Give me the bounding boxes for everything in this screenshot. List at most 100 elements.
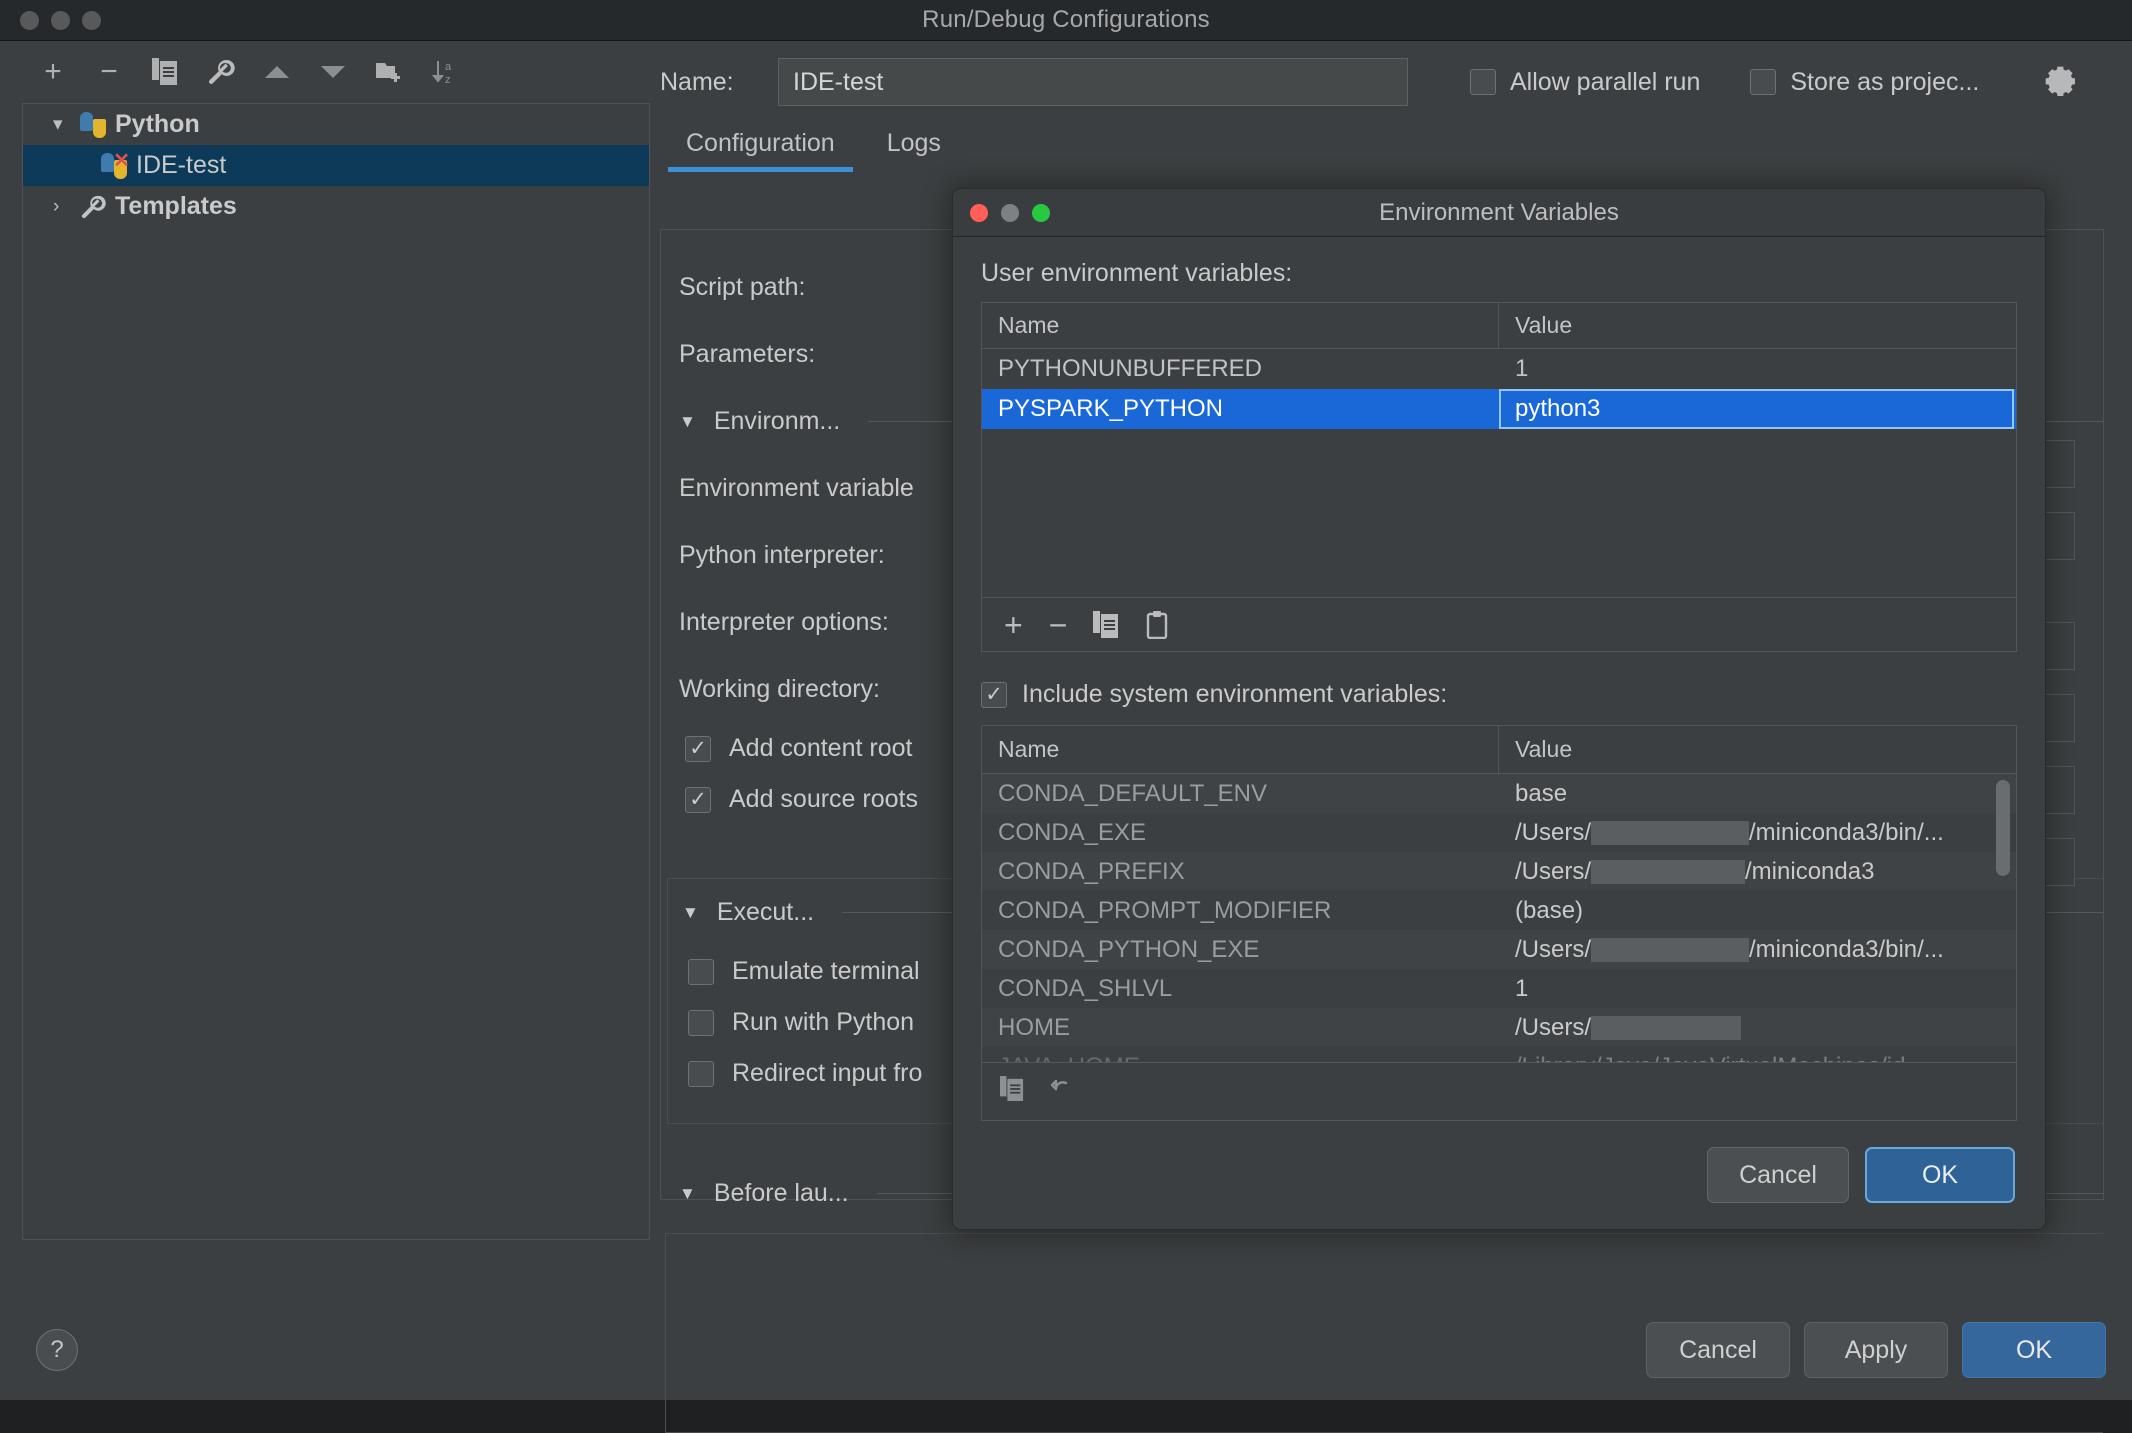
variable-value: /Users/ /miniconda3 [1499, 858, 2016, 886]
variable-name: CONDA_DEFAULT_ENV [982, 780, 1499, 808]
run-debug-configurations-window: Run/Debug Configurations + − [0, 0, 2132, 1400]
configurations-tree-panel: + − az [0, 41, 650, 1300]
paste-variable-icon[interactable] [1145, 611, 1169, 639]
copy-icon[interactable] [1000, 1076, 1024, 1107]
dialog-titlebar: Environment Variables [953, 189, 2045, 237]
checkbox-box[interactable] [688, 959, 714, 985]
system-env-scrollbar[interactable] [1996, 780, 2010, 876]
tree-node-python[interactable]: ▾ Python [23, 104, 649, 145]
allow-parallel-run-checkbox[interactable]: Allow parallel run [1470, 68, 1700, 97]
tree-node-templates[interactable]: › Templates [23, 186, 649, 227]
user-env-section-label: User environment variables: [981, 259, 2017, 288]
footer-button-group: Cancel Apply OK [1646, 1322, 2106, 1378]
dialog-cancel-button[interactable]: Cancel [1707, 1147, 1849, 1203]
environment-variables-dialog: Environment Variables User environment v… [952, 188, 2046, 1230]
table-row[interactable]: HOME /Users/ [982, 1008, 2016, 1047]
checkbox-box[interactable]: ✓ [685, 787, 711, 813]
variable-name: PYTHONUNBUFFERED [982, 355, 1499, 383]
help-button[interactable]: ? [36, 1329, 78, 1371]
remove-icon[interactable]: − [94, 57, 124, 87]
value-suffix: /miniconda3/bin/... [1749, 819, 1944, 847]
dialog-ok-button[interactable]: OK [1865, 1147, 2015, 1203]
run-with-python-label: Run with Python [732, 1008, 914, 1037]
zoom-button[interactable] [82, 11, 101, 30]
value-prefix: /Users/ [1515, 936, 1591, 964]
window-traffic-lights [0, 11, 101, 30]
new-folder-icon[interactable] [374, 57, 404, 87]
value-prefix: base [1515, 780, 1567, 808]
ok-button[interactable]: OK [1962, 1322, 2106, 1378]
value-suffix: /miniconda3/bin/... [1749, 936, 1944, 964]
edit-templates-wrench-icon[interactable] [206, 57, 236, 87]
table-row[interactable]: CONDA_PREFIX /Users/ /miniconda3 [982, 852, 2016, 891]
add-variable-icon[interactable]: + [1004, 609, 1023, 641]
value-prefix: /Library/Java/JavaVirtualMachines/jd [1515, 1053, 1905, 1063]
chevron-right-icon[interactable]: › [53, 196, 71, 218]
variable-value-cell[interactable]: python3 [1499, 389, 2016, 429]
value-prefix: 1 [1515, 975, 1528, 1003]
user-env-table[interactable]: Name Value PYTHONUNBUFFERED 1 PYSPARK_PY… [981, 302, 2017, 598]
user-env-table-body: PYTHONUNBUFFERED 1 PYSPARK_PYTHON python… [982, 349, 2016, 597]
move-down-icon[interactable] [318, 57, 348, 87]
table-row[interactable]: PYTHONUNBUFFERED 1 [982, 349, 2016, 389]
cancel-button[interactable]: Cancel [1646, 1322, 1790, 1378]
gear-icon[interactable] [2043, 64, 2075, 101]
checkbox-box[interactable]: ✓ [981, 682, 1007, 708]
chevron-down-icon[interactable]: ▼ [682, 903, 699, 923]
tree-node-label: IDE-test [136, 151, 226, 180]
checkbox-box[interactable] [688, 1061, 714, 1087]
environment-section-title: Environm... [714, 407, 840, 436]
system-env-table[interactable]: Name Value CONDA_DEFAULT_ENV base CONDA_… [981, 725, 2017, 1121]
wrench-icon [80, 194, 106, 220]
checkbox-box[interactable] [1750, 69, 1776, 95]
close-button[interactable] [20, 11, 39, 30]
table-row[interactable]: CONDA_PYTHON_EXE /Users/ /miniconda3/bin… [982, 930, 2016, 969]
variable-value-editor[interactable]: python3 [1499, 389, 2014, 429]
variable-name: CONDA_PREFIX [982, 858, 1499, 886]
chevron-down-icon[interactable]: ▼ [679, 1184, 696, 1204]
minimize-button[interactable] [51, 11, 70, 30]
store-as-project-file-label: Store as projec... [1790, 68, 1979, 97]
revert-icon[interactable] [1050, 1076, 1076, 1107]
copy-icon[interactable] [150, 57, 180, 87]
include-system-env-checkbox[interactable]: ✓ Include system environment variables: [981, 680, 2017, 709]
column-header-value[interactable]: Value [1499, 726, 2016, 773]
variable-name: CONDA_EXE [982, 819, 1499, 847]
top-checkbox-group: Allow parallel run Store as projec... [1470, 64, 2075, 101]
tab-logs[interactable]: Logs [861, 119, 967, 172]
column-header-value[interactable]: Value [1499, 303, 2016, 348]
add-icon[interactable]: + [38, 57, 68, 87]
move-up-icon[interactable] [262, 57, 292, 87]
remove-variable-icon[interactable]: − [1049, 609, 1068, 641]
checkbox-box[interactable] [688, 1010, 714, 1036]
value-prefix: /Users/ [1515, 1014, 1591, 1042]
copy-variable-icon[interactable] [1093, 611, 1119, 639]
script-path-label: Script path: [679, 273, 805, 302]
name-input[interactable] [778, 58, 1408, 106]
dialog-body: User environment variables: Name Value P… [953, 237, 2045, 1121]
tree-node-ide-test[interactable]: ✕ IDE-test [23, 145, 649, 186]
redacted-username [1591, 1016, 1741, 1040]
chevron-down-icon[interactable]: ▼ [679, 412, 696, 432]
table-row[interactable]: JAVA_HOME /Library/Java/JavaVirtualMachi… [982, 1047, 2016, 1062]
configurations-tree[interactable]: ▾ Python ✕ IDE-test › Templates [22, 103, 650, 1240]
table-row[interactable]: CONDA_SHLVL 1 [982, 969, 2016, 1008]
system-env-table-body: CONDA_DEFAULT_ENV base CONDA_EXE /Users/… [982, 774, 2016, 1062]
user-env-table-header: Name Value [982, 303, 2016, 349]
column-header-name[interactable]: Name [982, 726, 1499, 773]
apply-button[interactable]: Apply [1804, 1322, 1948, 1378]
name-row: Name: Allow parallel run Store as projec… [650, 51, 2104, 113]
dialog-title: Environment Variables [953, 199, 2045, 227]
chevron-down-icon[interactable]: ▾ [53, 113, 71, 136]
checkbox-box[interactable]: ✓ [685, 736, 711, 762]
table-row[interactable]: CONDA_PROMPT_MODIFIER (base) [982, 891, 2016, 930]
variable-value: (base) [1499, 897, 2016, 925]
sort-alphabetically-icon[interactable]: az [430, 57, 460, 87]
tab-configuration[interactable]: Configuration [660, 119, 861, 172]
checkbox-box[interactable] [1470, 69, 1496, 95]
table-row[interactable]: PYSPARK_PYTHON python3 [982, 389, 2016, 429]
column-header-name[interactable]: Name [982, 303, 1499, 348]
store-as-project-file-checkbox[interactable]: Store as projec... [1750, 68, 1979, 97]
table-row[interactable]: CONDA_DEFAULT_ENV base [982, 774, 2016, 813]
table-row[interactable]: CONDA_EXE /Users/ /miniconda3/bin/... [982, 813, 2016, 852]
